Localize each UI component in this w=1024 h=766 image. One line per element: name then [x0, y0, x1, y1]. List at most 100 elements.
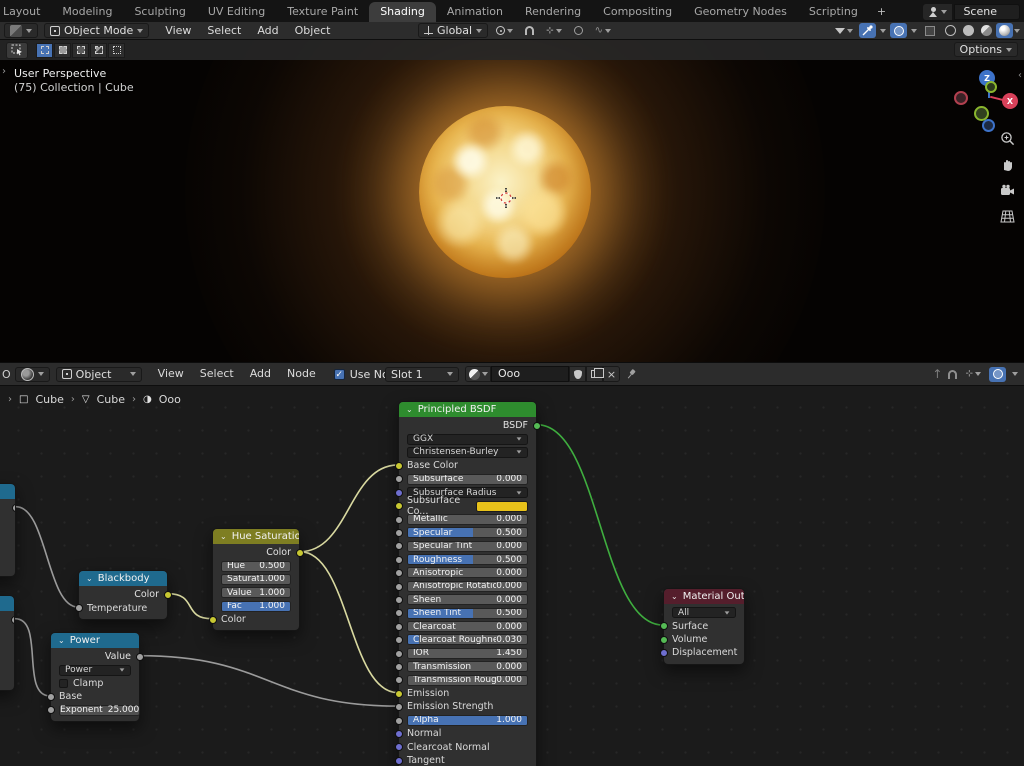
menu-add[interactable]: Add — [249, 22, 286, 40]
xray-toggle[interactable] — [921, 23, 938, 38]
snap-settings-dropdown[interactable]: ⊹ — [544, 23, 564, 38]
tab--[interactable]: + — [869, 2, 894, 22]
zoom-button[interactable] — [997, 128, 1017, 148]
editor-type-button[interactable] — [4, 23, 38, 38]
select-mode-new[interactable] — [36, 43, 53, 58]
input-socket-vector[interactable] — [395, 757, 403, 765]
menu-add[interactable]: Add — [242, 365, 279, 383]
select-mode-intersect[interactable] — [108, 43, 125, 58]
node-header[interactable]: ⌄Power — [51, 633, 139, 648]
shader-type-dropdown[interactable]: Object — [56, 367, 142, 382]
chevron-down-icon[interactable] — [911, 29, 917, 33]
slot-dropdown[interactable]: Slot 1 — [385, 367, 459, 382]
tab-animation[interactable]: Animation — [436, 2, 514, 22]
region-toggle-arrow[interactable]: › — [2, 66, 6, 77]
menu-view[interactable]: View — [150, 365, 192, 383]
value-slider[interactable]: Anisotropic 0.000 — [407, 567, 528, 578]
new-material-button[interactable] — [586, 366, 603, 382]
input-socket-gray[interactable] — [47, 706, 55, 714]
gizmo-x-neg-ball[interactable] — [954, 91, 968, 105]
shading-solid-button[interactable] — [960, 23, 977, 38]
shading-rendered-button[interactable] — [996, 23, 1013, 38]
value-slider[interactable]: Alpha 1.000 — [407, 715, 528, 726]
snap-node-dropdown[interactable]: ⊹ — [963, 367, 983, 382]
node-principled-bsdf[interactable]: ⌄Principled BSDFBSDF GGX Christensen-Bur… — [398, 401, 537, 766]
magnet-icon[interactable] — [948, 370, 957, 379]
node-header[interactable]: ⌄Blackbody — [79, 571, 167, 586]
mode-dropdown[interactable]: Object Mode — [44, 23, 149, 38]
shading-material-button[interactable] — [978, 23, 995, 38]
breadcrumb-item[interactable]: Ooo — [159, 393, 181, 406]
tab-uv-editing[interactable]: UV Editing — [197, 2, 276, 22]
filter-dropdown[interactable] — [833, 23, 855, 38]
tab-texture-paint[interactable]: Texture Paint — [276, 2, 369, 22]
camera-view-button[interactable] — [997, 180, 1017, 200]
value-slider[interactable]: Clearcoat Roughness 0.030 — [407, 634, 528, 645]
scene-icon-button[interactable] — [923, 4, 952, 20]
input-socket-color[interactable] — [395, 502, 403, 510]
value-slider[interactable]: Sheen 0.000 — [407, 594, 528, 605]
gizmo-z-neg-ball[interactable] — [982, 119, 995, 132]
value-slider[interactable]: Transmission Roughness 0.000 — [407, 675, 528, 686]
chevron-down-icon[interactable] — [880, 29, 886, 33]
overlays-toggle[interactable] — [989, 367, 1006, 382]
input-socket-shader[interactable] — [660, 622, 668, 630]
dropdown[interactable]: Power — [59, 665, 131, 676]
gizmos-toggle[interactable] — [859, 23, 876, 38]
collapse-chevron-icon[interactable]: ⌄ — [58, 637, 65, 645]
tab-sculpting[interactable]: Sculpting — [123, 2, 196, 22]
gizmo-y-ball[interactable] — [985, 81, 997, 93]
node-canvas[interactable]: ›□Cube›▽Cube›◑Ooo ⌄⌄⌄BlackbodyColorTempe… — [0, 386, 1024, 766]
input-socket-gray[interactable] — [395, 676, 403, 684]
value-slider[interactable]: Hue 0.500 — [221, 561, 291, 572]
value-slider[interactable]: Anisotropic Rotation 0.000 — [407, 581, 528, 592]
gizmo-x-ball[interactable]: X — [1002, 93, 1018, 109]
orientation-dropdown[interactable]: Global — [418, 23, 488, 38]
output-socket-color[interactable] — [164, 591, 172, 599]
menu-node[interactable]: Node — [279, 365, 324, 383]
node-header[interactable]: ⌄Principled BSDF — [399, 402, 536, 417]
chevron-down-icon[interactable] — [1014, 29, 1020, 33]
input-socket-gray[interactable] — [395, 650, 403, 658]
tab-rendering[interactable]: Rendering — [514, 2, 592, 22]
snap-toggle[interactable] — [521, 23, 538, 38]
input-socket-gray[interactable] — [395, 542, 403, 550]
input-socket-gray[interactable] — [395, 569, 403, 577]
output-socket-gray[interactable] — [136, 653, 144, 661]
output-socket-gray[interactable] — [11, 616, 16, 624]
input-socket-vector[interactable] — [395, 489, 403, 497]
input-socket-gray[interactable] — [395, 717, 403, 725]
input-socket-gray[interactable] — [395, 516, 403, 524]
scene-selector[interactable]: Scene — [923, 3, 1020, 20]
sidebar-toggle-arrow[interactable]: ‹ — [1018, 70, 1022, 81]
value-slider[interactable]: Sheen Tint 0.500 — [407, 608, 528, 619]
fake-user-button[interactable] — [569, 366, 586, 382]
select-mode-extend[interactable] — [54, 43, 71, 58]
value-slider[interactable]: Metallic 0.000 — [407, 514, 528, 525]
input-socket-gray[interactable] — [395, 596, 403, 604]
pivot-dropdown[interactable] — [494, 23, 515, 38]
value-slider[interactable]: Specular 0.500 — [407, 527, 528, 538]
tab-compositing[interactable]: Compositing — [592, 2, 683, 22]
input-socket-gray[interactable] — [395, 703, 403, 711]
tab-layout[interactable]: Layout — [0, 2, 51, 22]
scene-name[interactable]: Scene — [954, 4, 1020, 20]
output-socket-color[interactable] — [296, 549, 304, 557]
node-blackbody[interactable]: ⌄BlackbodyColorTemperature — [78, 570, 168, 620]
node-material-output[interactable]: ⌄Material Output All SurfaceVolumeDispla… — [663, 588, 745, 665]
menu-select[interactable]: Select — [199, 22, 249, 40]
breadcrumb-item[interactable]: Cube — [35, 393, 63, 406]
output-socket-shader[interactable] — [533, 422, 541, 430]
collapse-chevron-icon[interactable]: ⌄ — [86, 575, 93, 583]
input-socket-gray[interactable] — [395, 663, 403, 671]
node-header[interactable]: ⌄Material Output — [664, 589, 744, 604]
value-slider[interactable]: IOR 1.450 — [407, 648, 528, 659]
dropdown[interactable]: GGX — [407, 434, 528, 445]
options-button[interactable]: Options — [954, 42, 1018, 57]
collapse-chevron-icon[interactable]: ⌄ — [671, 593, 678, 601]
input-socket-gray[interactable] — [395, 623, 403, 631]
input-socket-vector[interactable] — [395, 730, 403, 738]
node-header[interactable]: ⌄ — [0, 596, 14, 611]
dropdown[interactable]: Christensen-Burley — [407, 447, 528, 458]
node-hsv[interactable]: ⌄Hue Saturation ValueColor Hue 0.500 Sat… — [212, 528, 300, 631]
